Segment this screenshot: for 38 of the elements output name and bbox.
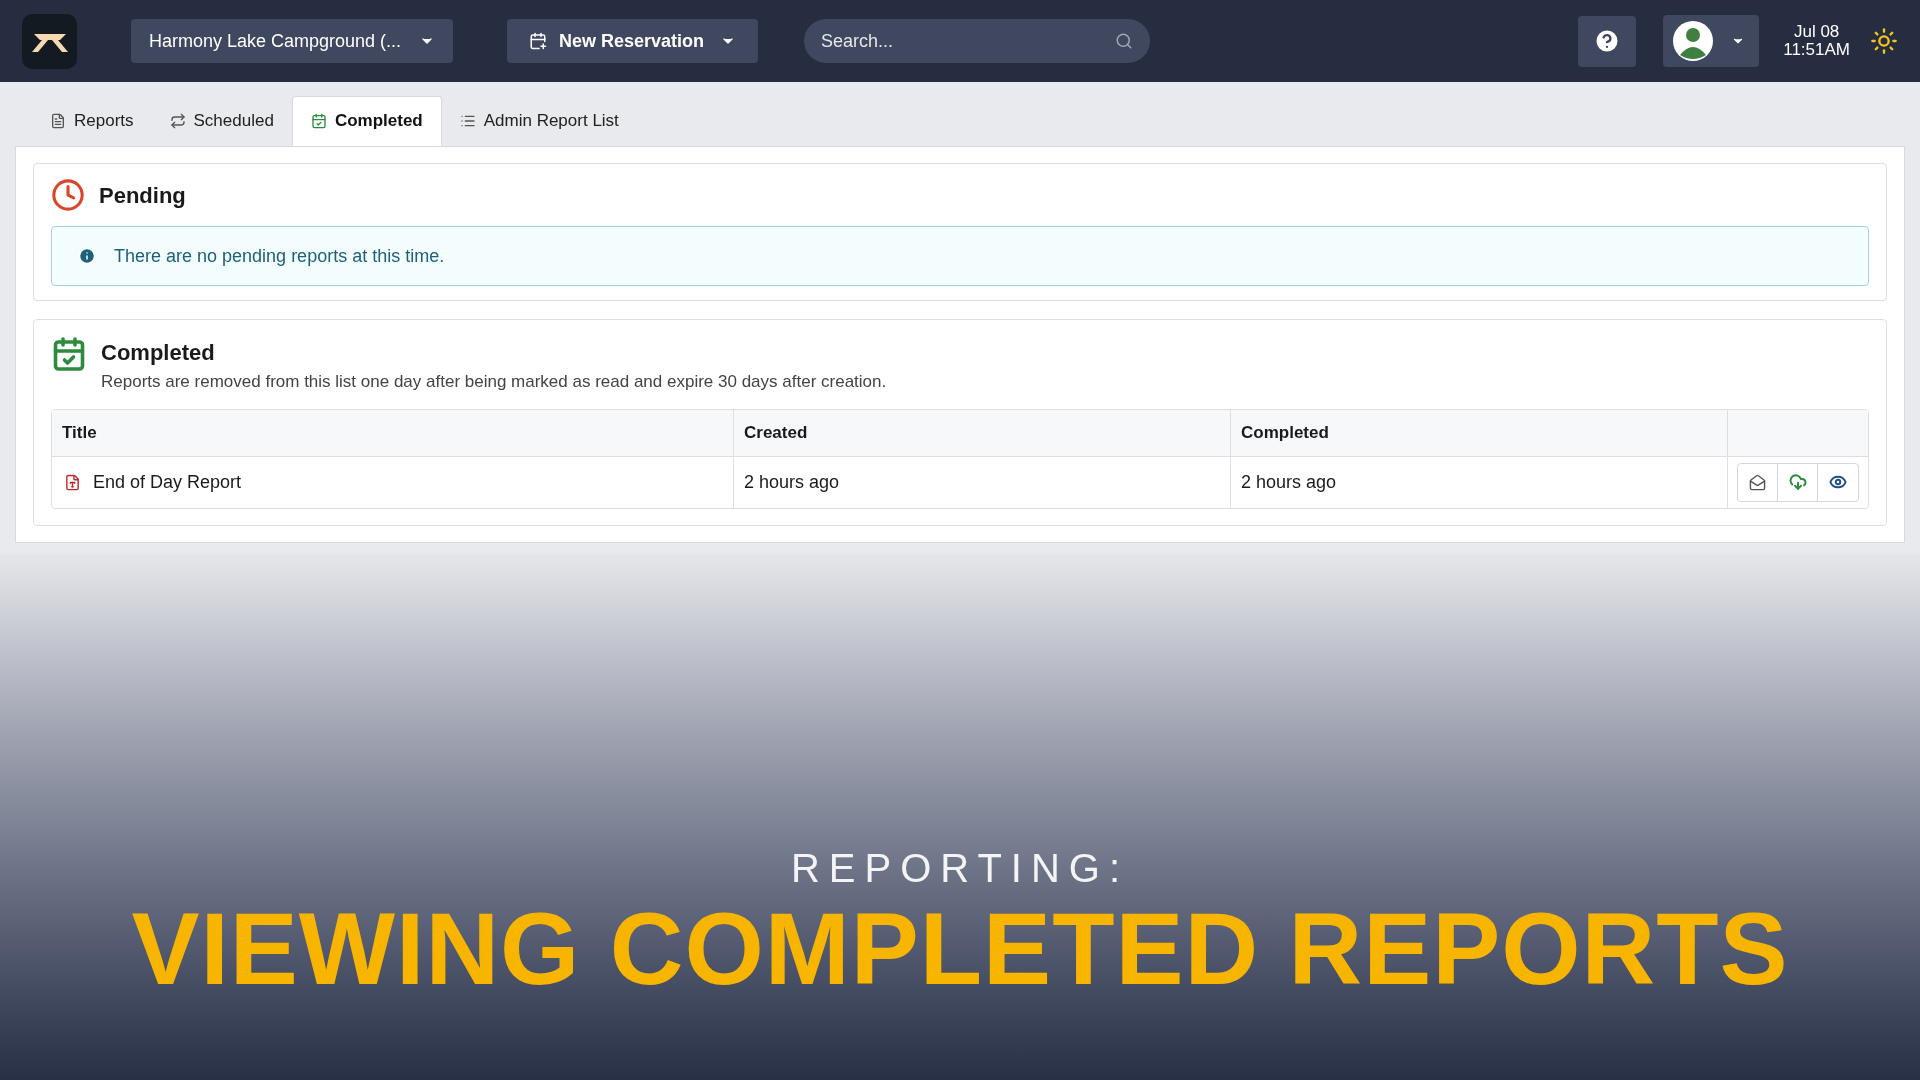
alert-text: There are no pending reports at this time. — [114, 244, 445, 268]
app-logo-icon[interactable] — [22, 13, 77, 69]
section-description: Reports are removed from this list one day after being marked as read and expire 30 days after creation. — [101, 371, 887, 393]
column-header: Completed — [1231, 409, 1728, 456]
cloud-download-icon — [1788, 473, 1807, 491]
tab[interactable]: Completed — [291, 96, 442, 146]
column-header: Title — [52, 409, 734, 456]
campground-select[interactable]: Harmony Lake Campground (... — [131, 19, 453, 63]
section-title: Completed — [101, 339, 216, 367]
date-time: Jul 08 11:51AM — [1783, 23, 1850, 59]
tab-icon — [310, 113, 327, 129]
envelope-icon — [1749, 473, 1766, 491]
user-menu-button[interactable] — [1663, 15, 1760, 67]
tab-icon — [169, 113, 186, 129]
tab[interactable]: Admin Report List — [441, 96, 637, 146]
eye-icon — [1829, 473, 1847, 491]
table-cell: 2 hours ago — [734, 456, 1231, 508]
avatar-icon — [1673, 21, 1714, 61]
tab[interactable]: Scheduled — [151, 96, 292, 146]
calendar-plus-icon — [529, 32, 547, 50]
report-title: End of Day Report — [93, 470, 242, 494]
search-icon — [1115, 32, 1133, 50]
clock-icon — [51, 178, 85, 212]
table-cell: 2 hours ago — [1231, 456, 1728, 508]
info-icon — [78, 247, 96, 265]
calendar-check-icon — [51, 336, 87, 372]
overlay-headline: VIEWING COMPLETED REPORTS — [131, 890, 1789, 1007]
overlay-kicker: REPORTING: — [790, 844, 1130, 891]
tab-icon — [50, 113, 66, 129]
help-button[interactable] — [1578, 15, 1637, 67]
search-field[interactable]: Search... — [804, 19, 1150, 63]
column-header: Created — [734, 409, 1231, 456]
tab-icon — [459, 113, 476, 129]
new-reservation-button[interactable]: New Reservation — [507, 19, 758, 63]
pdf-file-icon — [64, 473, 81, 491]
sun-icon[interactable] — [1870, 27, 1898, 55]
tab[interactable]: Reports — [32, 96, 152, 146]
section-title: Pending — [99, 181, 186, 210]
